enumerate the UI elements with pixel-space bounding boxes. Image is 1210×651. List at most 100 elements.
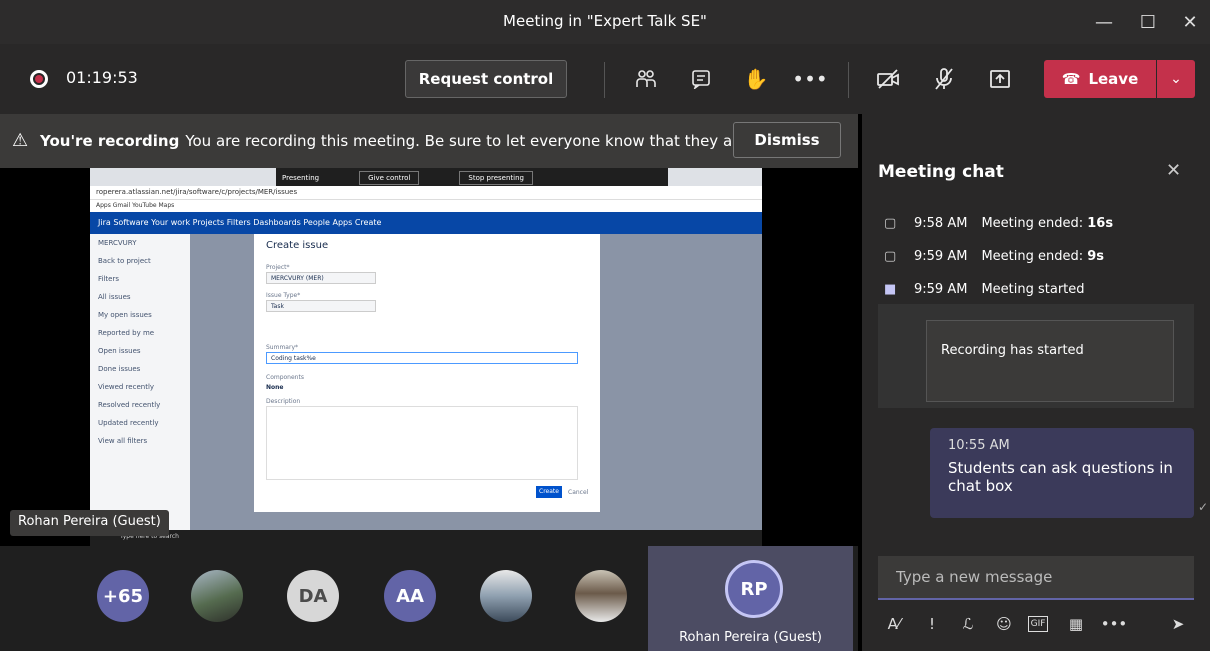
project-label: Project* — [266, 264, 290, 271]
sidebar-item: Filters — [98, 275, 119, 283]
important-icon[interactable]: ! — [920, 612, 944, 636]
divider — [604, 62, 605, 98]
title-bar: Meeting in "Expert Talk SE" — ☐ ✕ — [0, 0, 1210, 44]
banner-text: You're recording You are recording this m… — [40, 132, 762, 150]
raise-hand-icon[interactable]: ✋ — [738, 62, 774, 96]
avatar[interactable]: DA — [287, 570, 339, 622]
recording-notice: Recording has started — [878, 304, 1194, 408]
phone-icon: ☎ — [1061, 70, 1081, 88]
sidebar-item: My open issues — [98, 311, 152, 319]
components-label: Components — [266, 374, 304, 381]
leave-button[interactable]: ☎ Leave — [1044, 60, 1156, 98]
message-text: Students can ask questions in chat box — [948, 459, 1173, 495]
chat-event: ▢ 9:58 AM Meeting ended: 16s — [884, 216, 1113, 231]
chat-icon[interactable] — [683, 62, 719, 96]
more-options-icon[interactable]: ••• — [1101, 612, 1128, 636]
event-label: Meeting ended: — [981, 216, 1088, 231]
banner-message: You are recording this meeting. Be sure … — [185, 132, 762, 150]
sidebar-item: Resolved recently — [98, 401, 161, 409]
meeting-controls: 01:19:53 Request control ✋ ••• ☎ Leave ⌄ — [0, 44, 1210, 114]
sidebar-item: Open issues — [98, 347, 141, 355]
create-issue-modal: Create issue Project* MERCVURY (MER) Iss… — [254, 234, 600, 512]
chat-message[interactable]: 10:55 AM Students can ask questions in c… — [930, 428, 1194, 518]
chevron-down-icon[interactable]: ⌄ — [1157, 60, 1195, 98]
participants-icon[interactable] — [628, 62, 664, 96]
participant-strip: +65 DA AA RP Rohan Pereira (Guest) — [0, 546, 858, 651]
avatar[interactable] — [575, 570, 627, 622]
sidebar-item: MERCVURY — [98, 239, 137, 247]
leave-label: Leave — [1088, 70, 1139, 88]
summary-field: Coding task%e — [266, 352, 578, 364]
active-speaker-tile[interactable]: RP Rohan Pereira (Guest) — [648, 546, 853, 651]
seen-icon: ✓ — [1198, 500, 1209, 514]
gif-icon[interactable]: GIF — [1028, 616, 1048, 632]
event-time: 9:59 AM — [914, 249, 968, 264]
window-title: Meeting in "Expert Talk SE" — [503, 12, 707, 30]
divider — [848, 62, 849, 98]
close-icon[interactable]: ✕ — [1170, 0, 1210, 44]
more-options-icon[interactable]: ••• — [792, 62, 828, 96]
emoji-icon[interactable]: ☺ — [992, 612, 1016, 636]
event-label: Meeting ended: — [981, 249, 1088, 264]
event-text: Meeting ended: 16s — [981, 216, 1113, 231]
presenter-name-chip: Rohan Pereira (Guest) — [10, 510, 169, 536]
event-label: Meeting started — [981, 282, 1085, 297]
issue-type-field: Task — [266, 300, 376, 312]
sidebar-item: Reported by me — [98, 329, 155, 337]
format-icon[interactable]: A⁄ — [882, 612, 906, 636]
event-duration: 9s — [1087, 249, 1105, 264]
share-screen-icon[interactable] — [982, 62, 1018, 96]
speaker-name: Rohan Pereira (Guest) — [679, 630, 822, 645]
mic-off-icon[interactable] — [926, 62, 962, 96]
sidebar-item: Done issues — [98, 365, 141, 373]
cancel-link: Cancel — [568, 489, 589, 496]
description-editor — [266, 406, 578, 480]
address-bar: roperera.atlassian.net/jira/software/c/p… — [90, 186, 762, 200]
avatar[interactable]: AA — [384, 570, 436, 622]
issue-type-label: Issue Type* — [266, 292, 301, 299]
message-input[interactable] — [878, 556, 1194, 598]
project-field: MERCVURY (MER) — [266, 272, 376, 284]
warning-icon: ⚠ — [12, 130, 29, 151]
close-icon[interactable]: ✕ — [1166, 160, 1181, 181]
give-control-button: Give control — [359, 171, 420, 185]
minimize-icon[interactable]: — — [1084, 0, 1124, 44]
dismiss-button[interactable]: Dismiss — [733, 122, 841, 158]
attach-icon[interactable]: ℒ — [956, 612, 980, 636]
presenting-label: Presenting — [282, 174, 320, 182]
avatar[interactable] — [191, 570, 243, 622]
bookmarks-bar: Apps Gmail YouTube Maps — [90, 200, 762, 212]
avatar: RP — [725, 560, 783, 618]
event-time: 9:58 AM — [914, 216, 968, 231]
sidebar-item: View all filters — [98, 437, 148, 445]
event-duration: 16s — [1087, 216, 1114, 231]
chat-event: ■ 9:59 AM Meeting started — [884, 282, 1085, 297]
send-icon[interactable]: ➤ — [1166, 612, 1190, 636]
meeting-chat-panel: Meeting chat ✕ ▢ 9:58 AM Meeting ended: … — [862, 114, 1210, 651]
sticker-icon[interactable]: ▦ — [1064, 612, 1088, 636]
recording-banner: ⚠ You're recording You are recording this… — [0, 114, 858, 168]
meeting-started-icon: ■ — [884, 282, 897, 297]
avatar[interactable] — [480, 570, 532, 622]
chat-title: Meeting chat — [878, 162, 1004, 182]
components-value: None — [266, 384, 284, 391]
event-time: 9:59 AM — [914, 282, 968, 297]
request-control-button[interactable]: Request control — [405, 60, 567, 98]
message-time: 10:55 AM — [948, 438, 1010, 453]
recording-text: Recording has started — [926, 320, 1174, 402]
windows-taskbar: Type here to search — [90, 530, 762, 546]
sidebar-item: Viewed recently — [98, 383, 155, 391]
shared-screen-stage: Presenting Give control Stop presenting … — [0, 168, 858, 546]
meeting-ended-icon: ▢ — [884, 216, 897, 231]
jira-sidebar: MERCVURY Back to project Filters All iss… — [90, 234, 190, 534]
camera-off-icon[interactable] — [870, 62, 906, 96]
jira-nav: Jira Software Your work Projects Filters… — [90, 212, 762, 234]
maximize-icon[interactable]: ☐ — [1128, 0, 1168, 44]
more-participants-badge[interactable]: +65 — [97, 570, 149, 622]
compose-box[interactable] — [878, 556, 1194, 600]
stop-presenting-button: Stop presenting — [459, 171, 533, 185]
summary-label: Summary* — [266, 344, 298, 351]
meeting-ended-icon: ▢ — [884, 249, 897, 264]
modal-title: Create issue — [266, 240, 329, 251]
sidebar-item: Back to project — [98, 257, 151, 265]
